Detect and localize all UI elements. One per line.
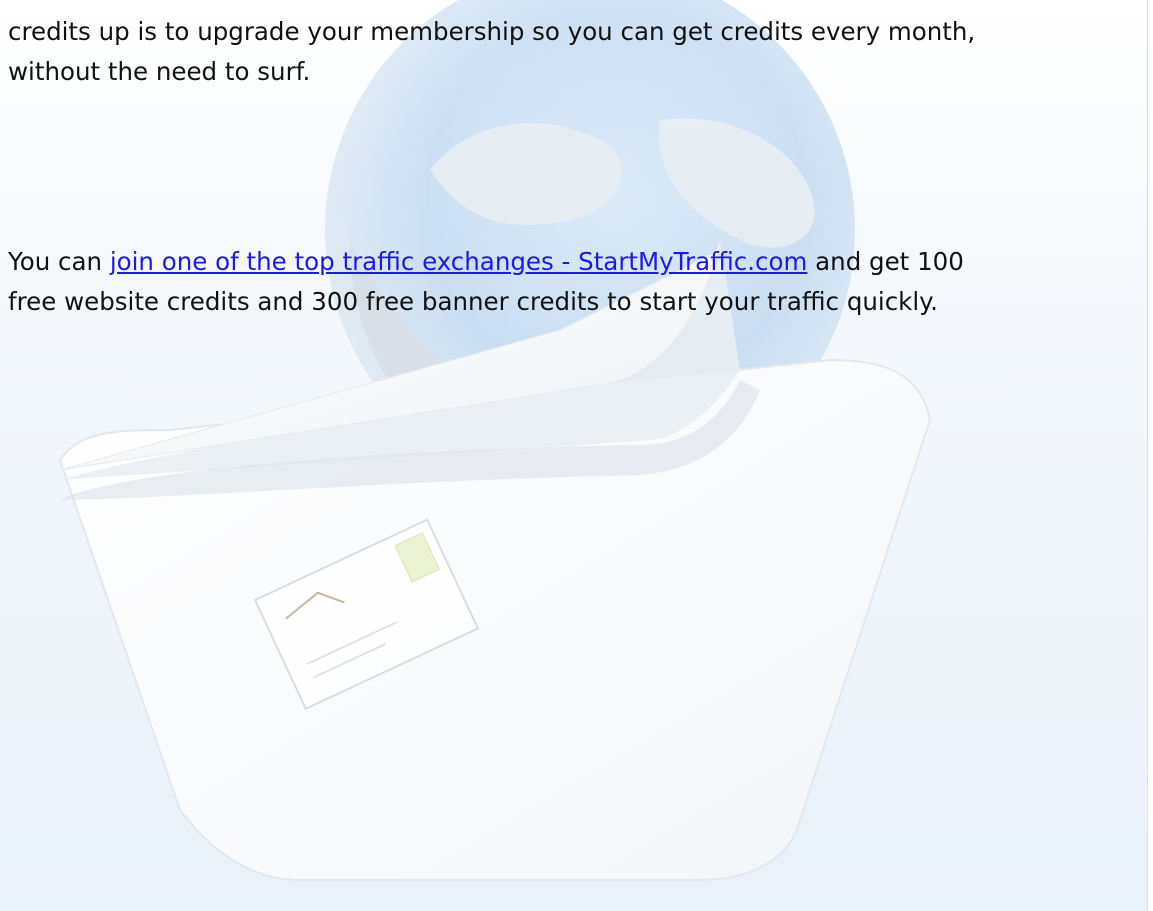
envelope-globe-watermark bbox=[0, 0, 1153, 911]
paragraph-line: credits up is to upgrade your membership… bbox=[8, 17, 976, 46]
page-right-border bbox=[1147, 0, 1153, 911]
startmytraffic-link[interactable]: join one of the top traffic exchanges - … bbox=[110, 247, 808, 276]
paragraph-join: You can join one of the top traffic exch… bbox=[8, 242, 1143, 322]
paragraph-membership: credits up is to upgrade your membership… bbox=[8, 12, 1143, 92]
text-prefix: You can bbox=[8, 247, 110, 276]
paragraph-line: without the need to surf. bbox=[8, 57, 311, 86]
paragraph-line-with-link: You can join one of the top traffic exch… bbox=[8, 242, 1143, 282]
text-suffix: and get 100 bbox=[807, 247, 964, 276]
paragraph-line: free website credits and 300 free banner… bbox=[8, 287, 938, 316]
